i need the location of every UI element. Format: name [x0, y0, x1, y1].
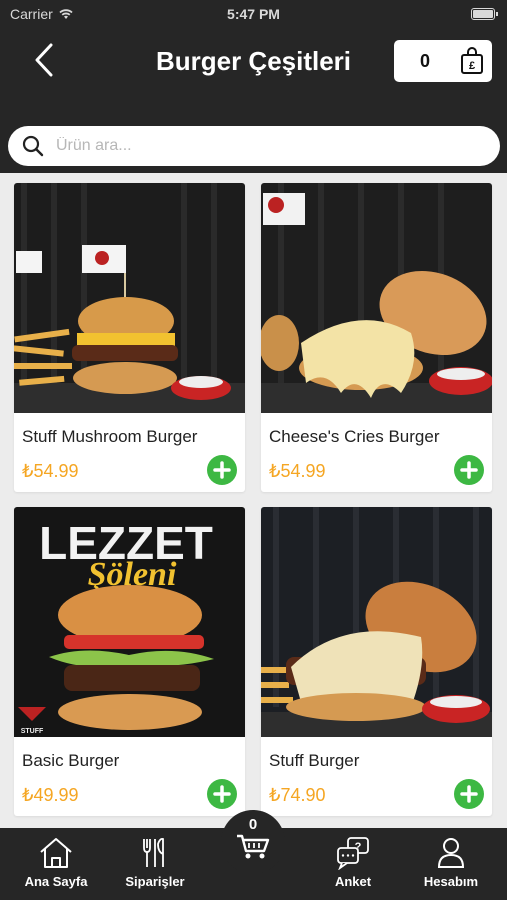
- status-bar: Carrier 5:47 PM: [0, 0, 507, 28]
- cart-icon: [237, 834, 270, 859]
- add-to-cart-button[interactable]: [207, 455, 237, 485]
- product-price: ₺54.99: [269, 461, 326, 481]
- tab-home[interactable]: Ana Sayfa: [11, 836, 101, 889]
- product-name: Stuff Burger: [269, 751, 360, 770]
- tab-survey-label: Anket: [334, 874, 372, 889]
- chat-question-icon: ?: [337, 837, 369, 870]
- product-card[interactable]: Stuff Burger ₺74.90: [261, 507, 492, 816]
- fork-knife-icon: [143, 837, 164, 867]
- tab-survey[interactable]: ? Anket: [308, 836, 398, 889]
- add-to-cart-button[interactable]: [207, 779, 237, 809]
- product-card[interactable]: LEZZET Şöleni STUFF Basic Burger ₺49.99: [14, 507, 245, 816]
- tab-orders[interactable]: Siparişler: [110, 836, 200, 889]
- cart-counter-value: 0: [420, 50, 431, 71]
- product-name: Stuff Mushroom Burger: [22, 427, 198, 446]
- search-input[interactable]: [56, 137, 486, 155]
- search-icon: [22, 135, 44, 157]
- plus-icon: [460, 785, 478, 803]
- promo-badge: STUFF: [21, 728, 44, 735]
- tab-cart-count: 0: [248, 816, 258, 833]
- product-card[interactable]: Stuff Mushroom Burger ₺54.99: [14, 183, 245, 492]
- add-to-cart-button[interactable]: [454, 779, 484, 809]
- product-image-stuff-burger: [261, 507, 492, 737]
- product-name: Basic Burger: [22, 751, 120, 770]
- tab-home-label: Ana Sayfa: [24, 874, 88, 889]
- search-bar: [8, 126, 500, 166]
- product-name: Cheese's Cries Burger: [269, 427, 440, 446]
- plus-icon: [460, 461, 478, 479]
- product-image-stuff-mushroom: [14, 183, 245, 413]
- header: Burger Çeşitleri 0 £: [0, 28, 507, 173]
- home-icon: [40, 838, 72, 868]
- user-icon: [437, 838, 465, 868]
- status-time: 5:47 PM: [227, 6, 280, 22]
- product-image-basic-burger: LEZZET Şöleni STUFF: [14, 507, 245, 737]
- cart-counter-button[interactable]: 0 £: [394, 40, 492, 82]
- add-to-cart-button[interactable]: [454, 455, 484, 485]
- svg-text:£: £: [469, 60, 475, 72]
- product-image-cheeses-cries: [261, 183, 492, 413]
- plus-icon: [213, 785, 231, 803]
- tab-orders-label: Siparişler: [125, 874, 185, 889]
- battery-icon: [471, 8, 498, 20]
- shopping-bag-icon: £: [461, 47, 483, 74]
- product-price: ₺49.99: [22, 785, 79, 805]
- product-price: ₺54.99: [22, 461, 79, 481]
- product-card[interactable]: Cheese's Cries Burger ₺54.99: [261, 183, 492, 492]
- product-price: ₺74.90: [269, 785, 326, 805]
- tab-account-label: Hesabım: [423, 874, 479, 889]
- plus-icon: [213, 461, 231, 479]
- tab-cart-button[interactable]: 0: [221, 810, 285, 874]
- tab-account[interactable]: Hesabım: [406, 836, 496, 889]
